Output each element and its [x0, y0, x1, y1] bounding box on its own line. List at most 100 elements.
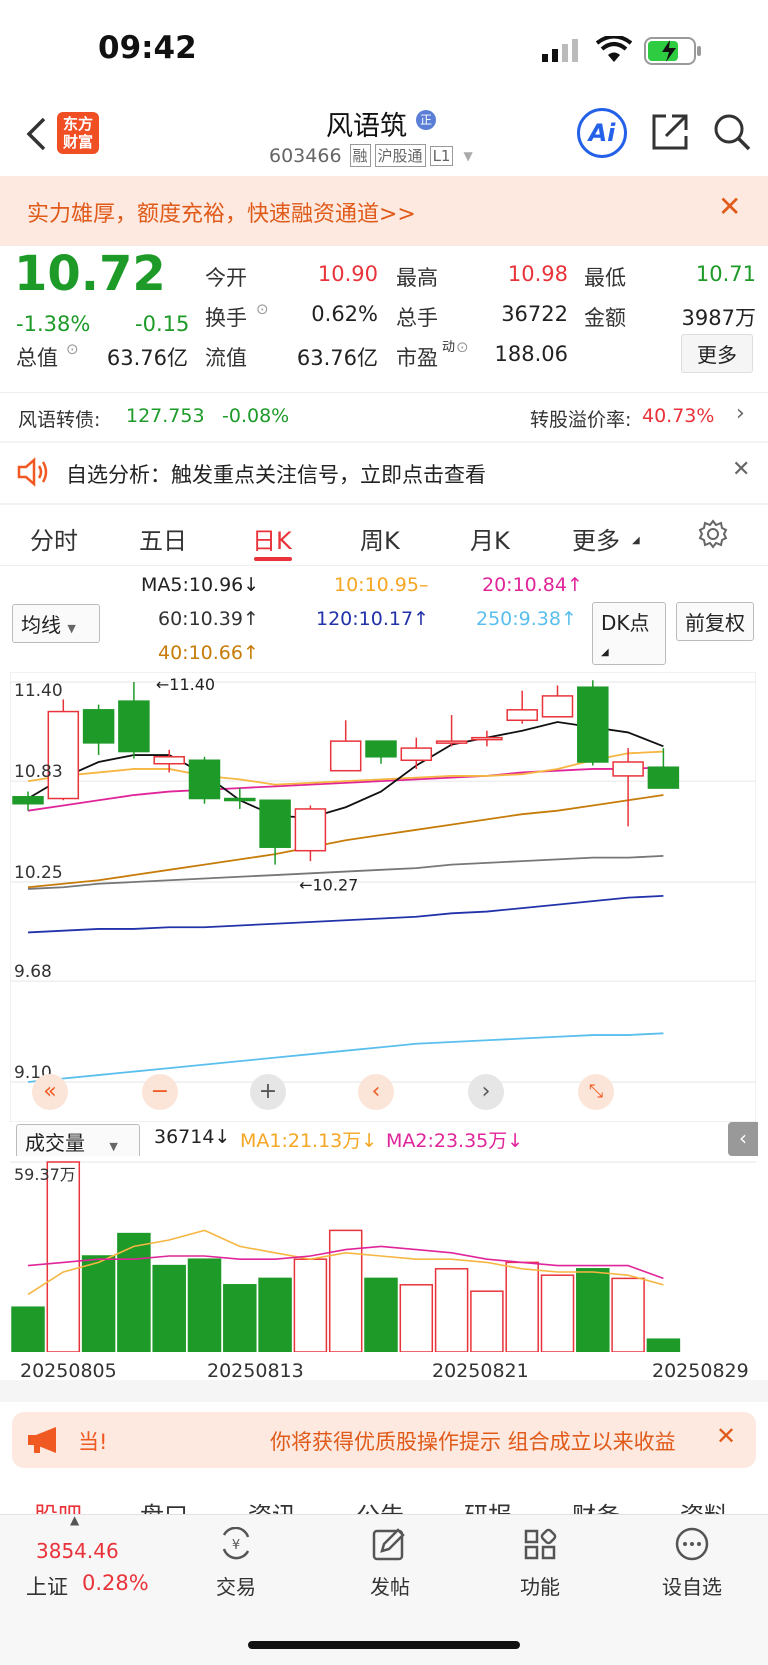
- tab-pankou[interactable]: 盘口: [140, 1496, 188, 1514]
- info-icon[interactable]: ⊙: [456, 338, 469, 356]
- home-indicator: [248, 1641, 520, 1649]
- high-label: 最高: [396, 266, 438, 290]
- rewind-icon[interactable]: «: [32, 1074, 68, 1110]
- ma120-value: 120:10.17↑: [316, 608, 429, 630]
- wifi-icon: [596, 36, 632, 62]
- volume-bar: [187, 1258, 222, 1352]
- logo-text-bottom: 财富: [62, 133, 93, 151]
- info-icon[interactable]: ⊙: [256, 300, 269, 318]
- ma60-value: 60:10.39↑: [158, 608, 259, 630]
- last-price: 10.72: [14, 246, 166, 302]
- volume-bar: [152, 1264, 186, 1352]
- candle-body: [118, 700, 150, 753]
- candle-body: [577, 686, 609, 763]
- date-label: 20250805: [20, 1360, 117, 1382]
- content-tabs: 股吧 盘口 资讯 公告 研报 财务 资料: [0, 1482, 768, 1514]
- tab-research[interactable]: 研报: [464, 1496, 512, 1514]
- close-icon[interactable]: ✕: [732, 457, 750, 482]
- tab-finance[interactable]: 财务: [572, 1496, 620, 1514]
- close-icon[interactable]: ✕: [718, 190, 741, 223]
- dropdown-icon[interactable]: ▼: [463, 149, 472, 163]
- date-label: 20250829: [652, 1360, 749, 1382]
- volume-bar: [611, 1277, 645, 1352]
- tab-profile[interactable]: 资料: [680, 1496, 728, 1514]
- candle-body: [224, 797, 256, 802]
- bond-change: -0.08%: [222, 405, 290, 427]
- fullscreen-icon[interactable]: ⤡: [578, 1074, 614, 1110]
- change-pct: -1.38%: [16, 312, 91, 336]
- gear-icon[interactable]: [698, 519, 728, 549]
- notice-bar[interactable]: 自选分析：触发重点关注信号，立即点击查看 ✕: [0, 443, 768, 503]
- stock-code-row: 603466 融 沪股通 L1 ▼: [269, 144, 473, 167]
- trade-icon[interactable]: ¥: [216, 1526, 256, 1567]
- tab-indicator: [254, 557, 292, 561]
- float-value: 63.76亿: [296, 346, 378, 370]
- volume-bar: [258, 1277, 292, 1352]
- kline-chart[interactable]: 11.4010.8310.259.689.10←11.40←10.27: [10, 672, 756, 1122]
- bond-row[interactable]: 风语转债: 127.753 -0.08% 转股溢价率: 40.73% ›: [0, 393, 768, 441]
- speaker-icon: [17, 457, 48, 487]
- edit-icon[interactable]: [370, 1527, 410, 1567]
- bond-label: 风语转债:: [18, 409, 101, 431]
- turnover-value: 0.62%: [311, 302, 378, 326]
- tab-weekly-k[interactable]: 周K: [360, 521, 400, 556]
- dk-point-button[interactable]: DK点◢: [592, 602, 666, 665]
- float-label: 流值: [205, 346, 247, 370]
- bond-price: 127.753: [126, 405, 205, 427]
- index-value[interactable]: 3854.46: [36, 1539, 119, 1563]
- grid-icon[interactable]: [520, 1527, 560, 1567]
- adjust-button[interactable]: 前复权: [676, 602, 754, 641]
- low-value: 10.71: [695, 262, 756, 286]
- more-circle-icon[interactable]: [672, 1527, 712, 1567]
- volume-chart[interactable]: 59.37万: [10, 1156, 756, 1352]
- volume-select[interactable]: 成交量 ▼: [16, 1124, 140, 1159]
- tab-news[interactable]: 资讯: [248, 1496, 296, 1514]
- tab-guba[interactable]: 股吧: [34, 1496, 82, 1514]
- tab-notice[interactable]: 公告: [356, 1496, 404, 1514]
- volume-current: 36714↓: [154, 1126, 231, 1148]
- more-button[interactable]: 更多: [681, 334, 753, 373]
- search-icon[interactable]: [712, 112, 752, 152]
- indicator-select[interactable]: 均线 ▼: [12, 604, 100, 643]
- zoom-in-icon[interactable]: +: [250, 1074, 286, 1110]
- promo-bar[interactable]: 当! 你将获得优质股操作提示 组合成立以来收益 ✕: [12, 1412, 756, 1468]
- tab-more[interactable]: 更多: [572, 521, 620, 556]
- function-label[interactable]: 功能: [510, 1571, 570, 1600]
- period-tabs: 分时 五日 日K 周K 月K 更多 ◢: [0, 505, 768, 565]
- financing-banner[interactable]: 实力雄厚，额度充裕，快速融资通道>> ✕: [0, 176, 768, 246]
- collapse-icon[interactable]: ‹: [728, 1122, 758, 1156]
- premium-label: 转股溢价率:: [530, 409, 632, 431]
- volume-legend: 成交量 ▼ 36714↓ MA1:21.13万↓ MA2:23.35万↓ ‹: [0, 1122, 768, 1159]
- ai-button[interactable]: Ai: [577, 108, 627, 158]
- info-icon[interactable]: ⊙: [66, 340, 79, 358]
- zoom-out-icon[interactable]: −: [142, 1074, 178, 1110]
- back-icon[interactable]: [24, 116, 48, 152]
- post-label[interactable]: 发帖: [360, 1571, 420, 1600]
- date-label: 20250821: [432, 1360, 529, 1382]
- candle-body: [471, 736, 503, 741]
- trade-label[interactable]: 交易: [206, 1571, 266, 1600]
- volume-bar: [470, 1290, 504, 1352]
- candle-body: [188, 759, 221, 800]
- volume-bar: [399, 1284, 434, 1352]
- tab-daily-k[interactable]: 日K: [252, 521, 292, 556]
- amount-value: 3987万: [681, 306, 756, 330]
- volume-bar: [81, 1255, 116, 1352]
- tag-level: L1: [429, 145, 454, 166]
- add-watch-label[interactable]: 设自选: [652, 1571, 732, 1600]
- share-icon[interactable]: [650, 112, 690, 152]
- tab-intraday[interactable]: 分时: [30, 521, 78, 556]
- close-icon[interactable]: ✕: [716, 1422, 736, 1450]
- battery-icon: [644, 37, 701, 65]
- volume-bar: [223, 1284, 257, 1352]
- chevron-left-icon[interactable]: ‹: [358, 1074, 394, 1110]
- tab-five-day[interactable]: 五日: [139, 521, 187, 556]
- megaphone-icon: [28, 1427, 56, 1453]
- open-value: 10.90: [317, 262, 378, 286]
- app-logo[interactable]: 东方 财富: [57, 112, 99, 154]
- chart-controls: « − + ‹ › ⤡: [0, 1070, 768, 1116]
- stock-header: 东方 财富 风语筑 正 603466 融 沪股通 L1 ▼ Ai: [0, 100, 768, 176]
- chevron-right-icon[interactable]: ›: [468, 1074, 504, 1110]
- chevron-right-icon[interactable]: ›: [736, 401, 745, 426]
- tab-monthly-k[interactable]: 月K: [470, 521, 510, 556]
